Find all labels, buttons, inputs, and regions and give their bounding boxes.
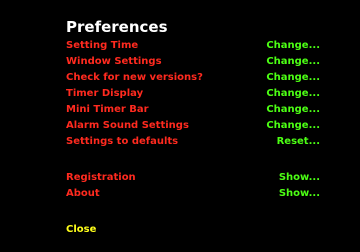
settings-defaults-row: Settings to defaults Reset...	[66, 134, 320, 149]
about-show-button[interactable]: Show...	[279, 186, 320, 201]
registration-show-button[interactable]: Show...	[279, 170, 320, 185]
alarm-sound-row: Alarm Sound Settings Change...	[66, 118, 320, 133]
mini-timer-bar-change-button[interactable]: Change...	[266, 102, 320, 117]
timer-display-label: Timer Display	[66, 88, 144, 99]
setting-time-label: Setting Time	[66, 40, 139, 51]
settings-defaults-label: Settings to defaults	[66, 136, 179, 147]
timer-display-row: Timer Display Change...	[66, 86, 320, 101]
preferences-screen: Preferences Setting Time Change... Windo…	[0, 0, 360, 252]
registration-label: Registration	[66, 172, 136, 183]
settings-defaults-reset-button[interactable]: Reset...	[277, 134, 320, 149]
window-settings-change-button[interactable]: Change...	[266, 54, 320, 69]
window-settings-label: Window Settings	[66, 56, 162, 67]
registration-row: Registration Show...	[66, 170, 320, 185]
alarm-sound-change-button[interactable]: Change...	[266, 118, 320, 133]
page-title: Preferences	[66, 18, 168, 36]
close-button[interactable]: Close	[66, 224, 96, 235]
window-settings-row: Window Settings Change...	[66, 54, 320, 69]
timer-display-change-button[interactable]: Change...	[266, 86, 320, 101]
mini-timer-bar-label: Mini Timer Bar	[66, 104, 149, 115]
check-versions-row: Check for new versions? Change...	[66, 70, 320, 85]
mini-timer-bar-row: Mini Timer Bar Change...	[66, 102, 320, 117]
alarm-sound-label: Alarm Sound Settings	[66, 120, 189, 131]
setting-time-row: Setting Time Change...	[66, 38, 320, 53]
about-label: About	[66, 188, 100, 199]
about-row: About Show...	[66, 186, 320, 201]
setting-time-change-button[interactable]: Change...	[266, 38, 320, 53]
check-versions-label: Check for new versions?	[66, 72, 203, 83]
check-versions-change-button[interactable]: Change...	[266, 70, 320, 85]
